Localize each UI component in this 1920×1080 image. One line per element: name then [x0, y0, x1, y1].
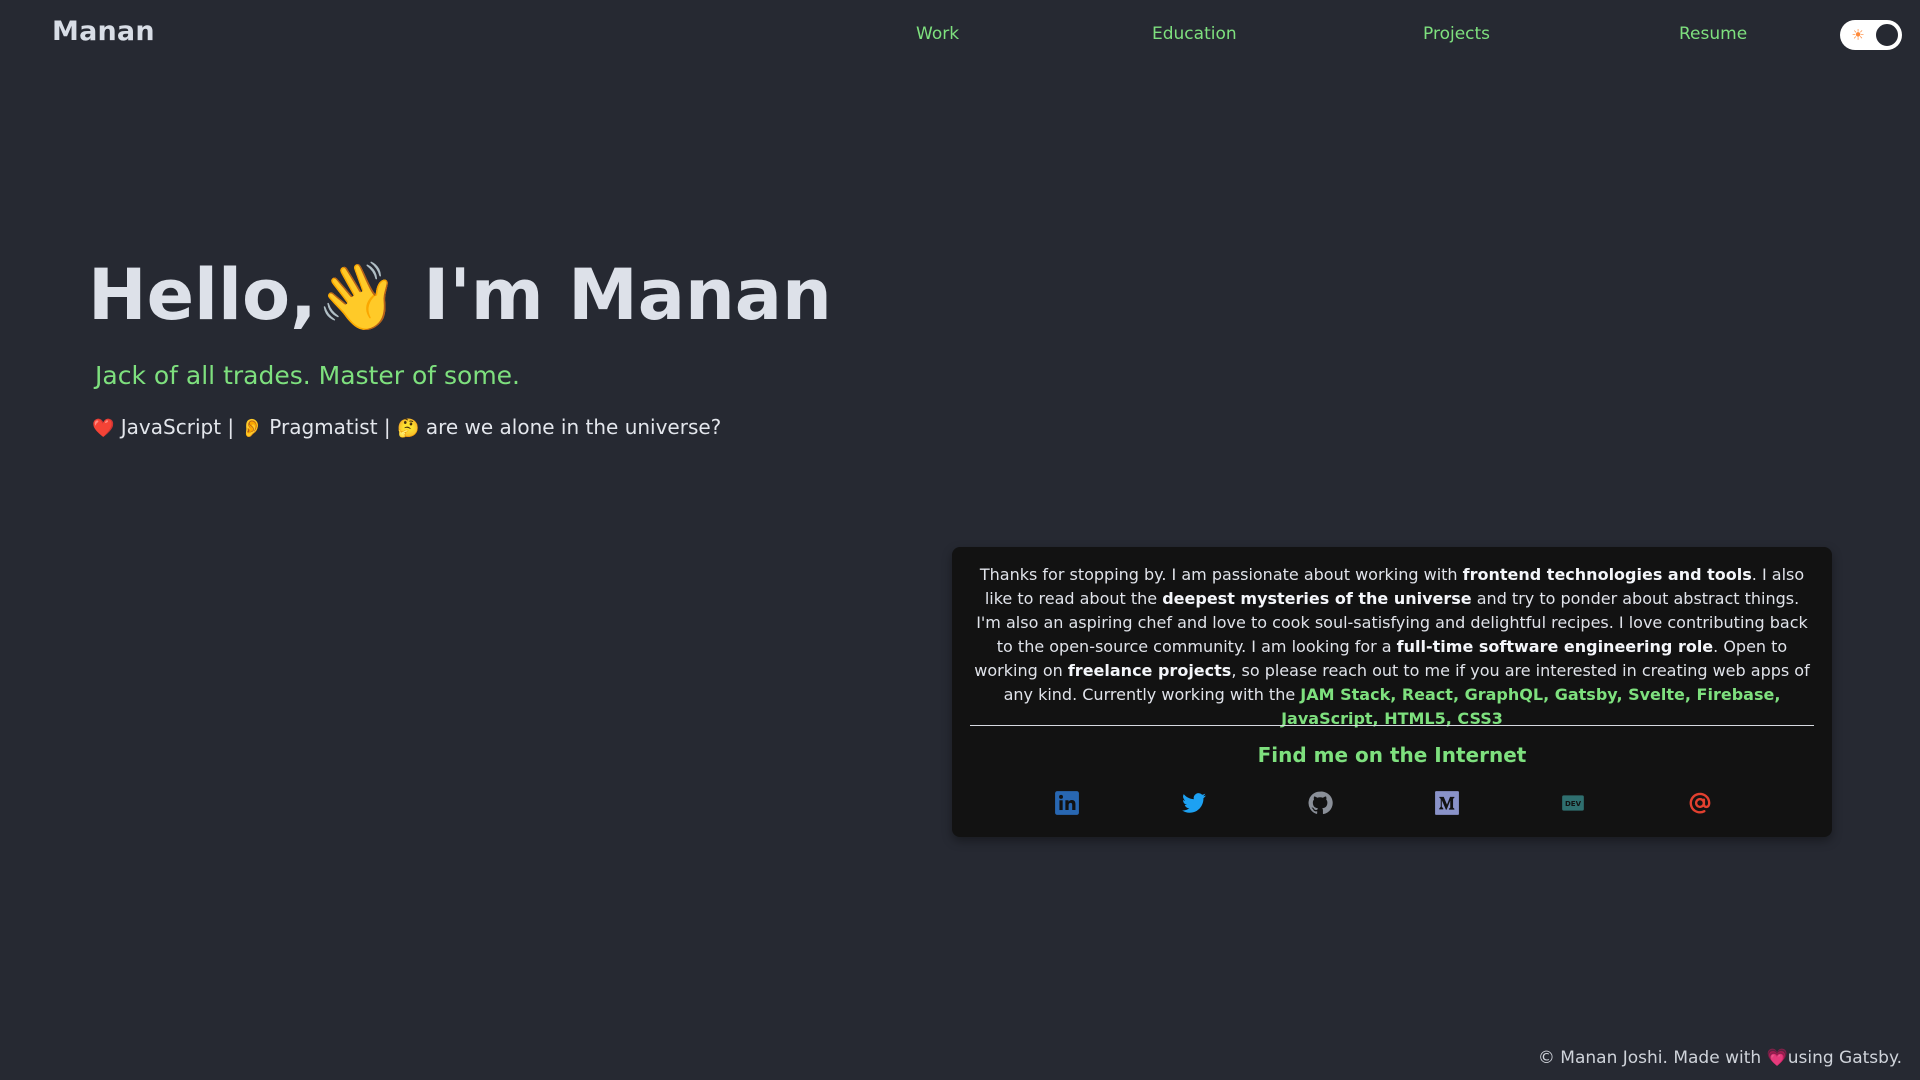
github-link[interactable]: [1307, 790, 1333, 816]
site-footer: © Manan Joshi. Made with 💗using Gatsby.: [1538, 1048, 1902, 1068]
sun-icon: ☀: [1851, 26, 1865, 44]
dev-icon: DEV: [1562, 795, 1584, 811]
about-highlight-role: full-time software engineering role: [1396, 637, 1714, 656]
nav-link-resume[interactable]: Resume: [1679, 24, 1747, 44]
twitter-icon: [1182, 793, 1206, 813]
email-link[interactable]: [1687, 790, 1713, 816]
about-highlight-freelance: freelance projects: [1067, 661, 1232, 680]
ear-icon: 👂: [240, 418, 263, 439]
interests-line: ❤️ JavaScript | 👂 Pragmatist | 🤔 are we …: [92, 415, 721, 439]
interest-javascript: JavaScript |: [120, 415, 235, 439]
about-text-1: Thanks for stopping by. I am passionate …: [979, 565, 1463, 584]
linkedin-icon: [1055, 791, 1079, 815]
dev-to-link[interactable]: DEV: [1560, 790, 1586, 816]
email-icon: [1689, 792, 1711, 814]
footer-copyright: © Manan Joshi. Made with: [1537, 1048, 1767, 1068]
github-icon: [1308, 791, 1333, 815]
about-card: Thanks for stopping by. I am passionate …: [952, 547, 1832, 837]
nav-link-projects[interactable]: Projects: [1423, 24, 1490, 44]
brand-logo-link[interactable]: Manan: [52, 16, 155, 47]
heart-icon: 💗: [1766, 1048, 1788, 1068]
medium-icon: [1435, 791, 1459, 815]
interest-universe: are we alone in the universe?: [425, 415, 722, 439]
interest-pragmatist: Pragmatist |: [269, 415, 391, 439]
about-highlight-universe: deepest mysteries of the universe: [1162, 589, 1472, 608]
social-links: DEV: [952, 790, 1832, 820]
hero-title: Hello,👋 I'm Manan: [88, 252, 832, 340]
toggle-knob: [1874, 22, 1900, 48]
nav-link-work[interactable]: Work: [916, 24, 959, 44]
svg-text:DEV: DEV: [1565, 799, 1582, 808]
about-paragraph: Thanks for stopping by. I am passionate …: [970, 563, 1814, 731]
hero-tagline: Jack of all trades. Master of some.: [95, 361, 520, 390]
hero-title-name: I'm Manan: [398, 254, 832, 336]
medium-link[interactable]: [1434, 790, 1460, 816]
footer-made-with: using Gatsby.: [1787, 1048, 1902, 1068]
linkedin-link[interactable]: [1054, 790, 1080, 816]
theme-toggle[interactable]: ☀: [1840, 20, 1902, 50]
waving-hand-icon: 👋: [316, 258, 399, 335]
social-heading: Find me on the Internet: [1257, 743, 1527, 767]
about-highlight-frontend: frontend technologies and tools: [1462, 565, 1752, 584]
twitter-link[interactable]: [1181, 790, 1207, 816]
card-divider: [970, 725, 1814, 726]
tech-stack-list: JAM Stack, React, GraphQL, Gatsby, Svelt…: [1281, 685, 1781, 728]
heart-icon: ❤️: [92, 418, 115, 439]
thinking-face-icon: 🤔: [397, 418, 420, 439]
hero-title-greeting: Hello,: [88, 254, 317, 336]
nav-link-education[interactable]: Education: [1152, 24, 1237, 44]
site-header: Manan Work Education Projects Resume ☀: [0, 0, 1920, 70]
